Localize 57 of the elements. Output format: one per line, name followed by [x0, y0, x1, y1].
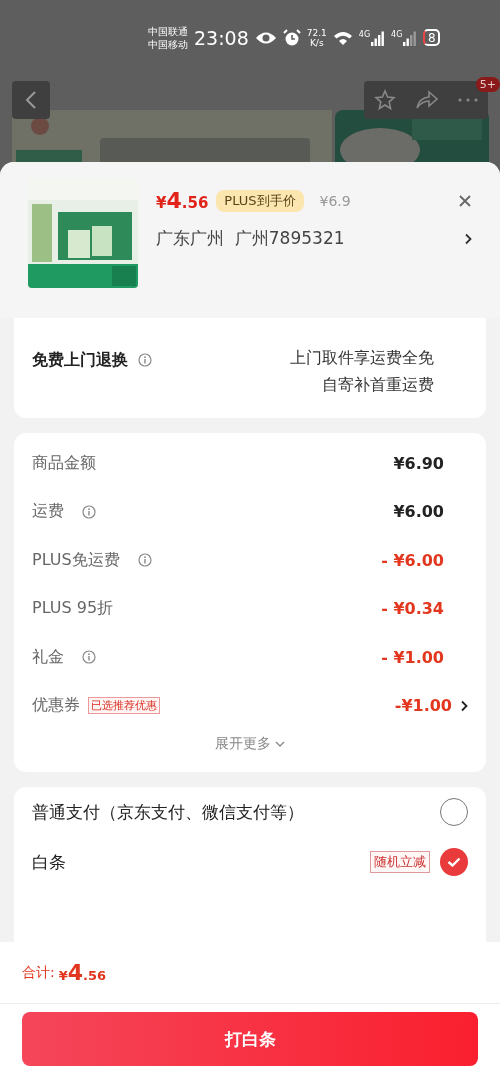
- chevron-left-icon: [25, 90, 37, 110]
- battery-icon: 8: [423, 29, 440, 46]
- cost-value: - ¥1.00: [381, 647, 444, 667]
- chevron-right-icon: [464, 232, 472, 245]
- address-selector[interactable]: 广东广州 广州7895321: [156, 227, 472, 250]
- speed-label: K/s: [309, 37, 324, 48]
- payment-option-label: 白条: [32, 850, 66, 874]
- promo-tag: 随机立减: [370, 851, 430, 873]
- pay-button[interactable]: 打白条: [22, 1012, 478, 1066]
- info-icon[interactable]: [82, 504, 96, 519]
- cost-value: - ¥6.00: [381, 550, 444, 570]
- eye-icon: [254, 30, 277, 45]
- carrier-label: 中国联通: [148, 24, 188, 38]
- total-label: 合计:: [22, 963, 55, 982]
- total-price: ¥4.56: [58, 960, 107, 985]
- price: ¥4.56: [156, 188, 209, 213]
- info-icon[interactable]: [137, 553, 152, 568]
- return-service-note: 上门取件享运费全免: [290, 348, 434, 369]
- clock: 23:08: [194, 26, 249, 49]
- cost-label: PLUS 95折: [32, 598, 114, 620]
- info-icon[interactable]: [138, 353, 152, 367]
- check-icon: [447, 857, 461, 867]
- star-icon[interactable]: [373, 89, 396, 111]
- payment-option-label: 普通支付（京东支付、微信支付等）: [32, 800, 304, 824]
- plus-price-tag: PLUS到手价: [216, 189, 304, 212]
- cost-value: ¥6.00: [393, 502, 444, 522]
- cost-label: 运费: [32, 501, 64, 523]
- radio-button[interactable]: [440, 848, 468, 876]
- cost-value: - ¥0.34: [381, 599, 444, 619]
- network-label: 4G: [358, 29, 371, 39]
- cost-value: -¥1.00: [394, 696, 452, 716]
- cost-value: ¥6.90: [393, 453, 444, 473]
- more-icon[interactable]: [458, 98, 479, 102]
- chevron-right-icon: [460, 699, 468, 712]
- speed-label: 72.1: [306, 27, 327, 38]
- original-price: ¥6.9: [319, 192, 351, 209]
- network-label: 4G: [391, 29, 403, 39]
- carrier-label: 中国移动: [148, 37, 188, 51]
- share-icon[interactable]: [415, 90, 439, 110]
- caret-down-icon: [275, 741, 285, 747]
- wifi-icon: [332, 29, 353, 46]
- cost-label: 礼金: [32, 646, 64, 668]
- expand-more-button[interactable]: 展开更多: [209, 734, 291, 754]
- coupon-tag: 已选推荐优惠: [88, 697, 160, 715]
- return-service-label: 免费上门退换: [32, 349, 128, 371]
- cost-label: 优惠券: [32, 695, 80, 717]
- back-button[interactable]: [12, 81, 50, 119]
- cost-label: PLUS免运费: [32, 549, 120, 571]
- info-icon[interactable]: [82, 650, 96, 665]
- signal-icon: [371, 29, 386, 46]
- alarm-icon: [282, 28, 301, 47]
- close-button[interactable]: [458, 193, 472, 208]
- return-service-note: 自寄补首重运费: [322, 375, 434, 396]
- signal-icon: [403, 29, 418, 46]
- radio-button[interactable]: [440, 798, 468, 826]
- cost-label: 商品金额: [32, 452, 96, 474]
- notification-badge: 5+: [475, 77, 500, 92]
